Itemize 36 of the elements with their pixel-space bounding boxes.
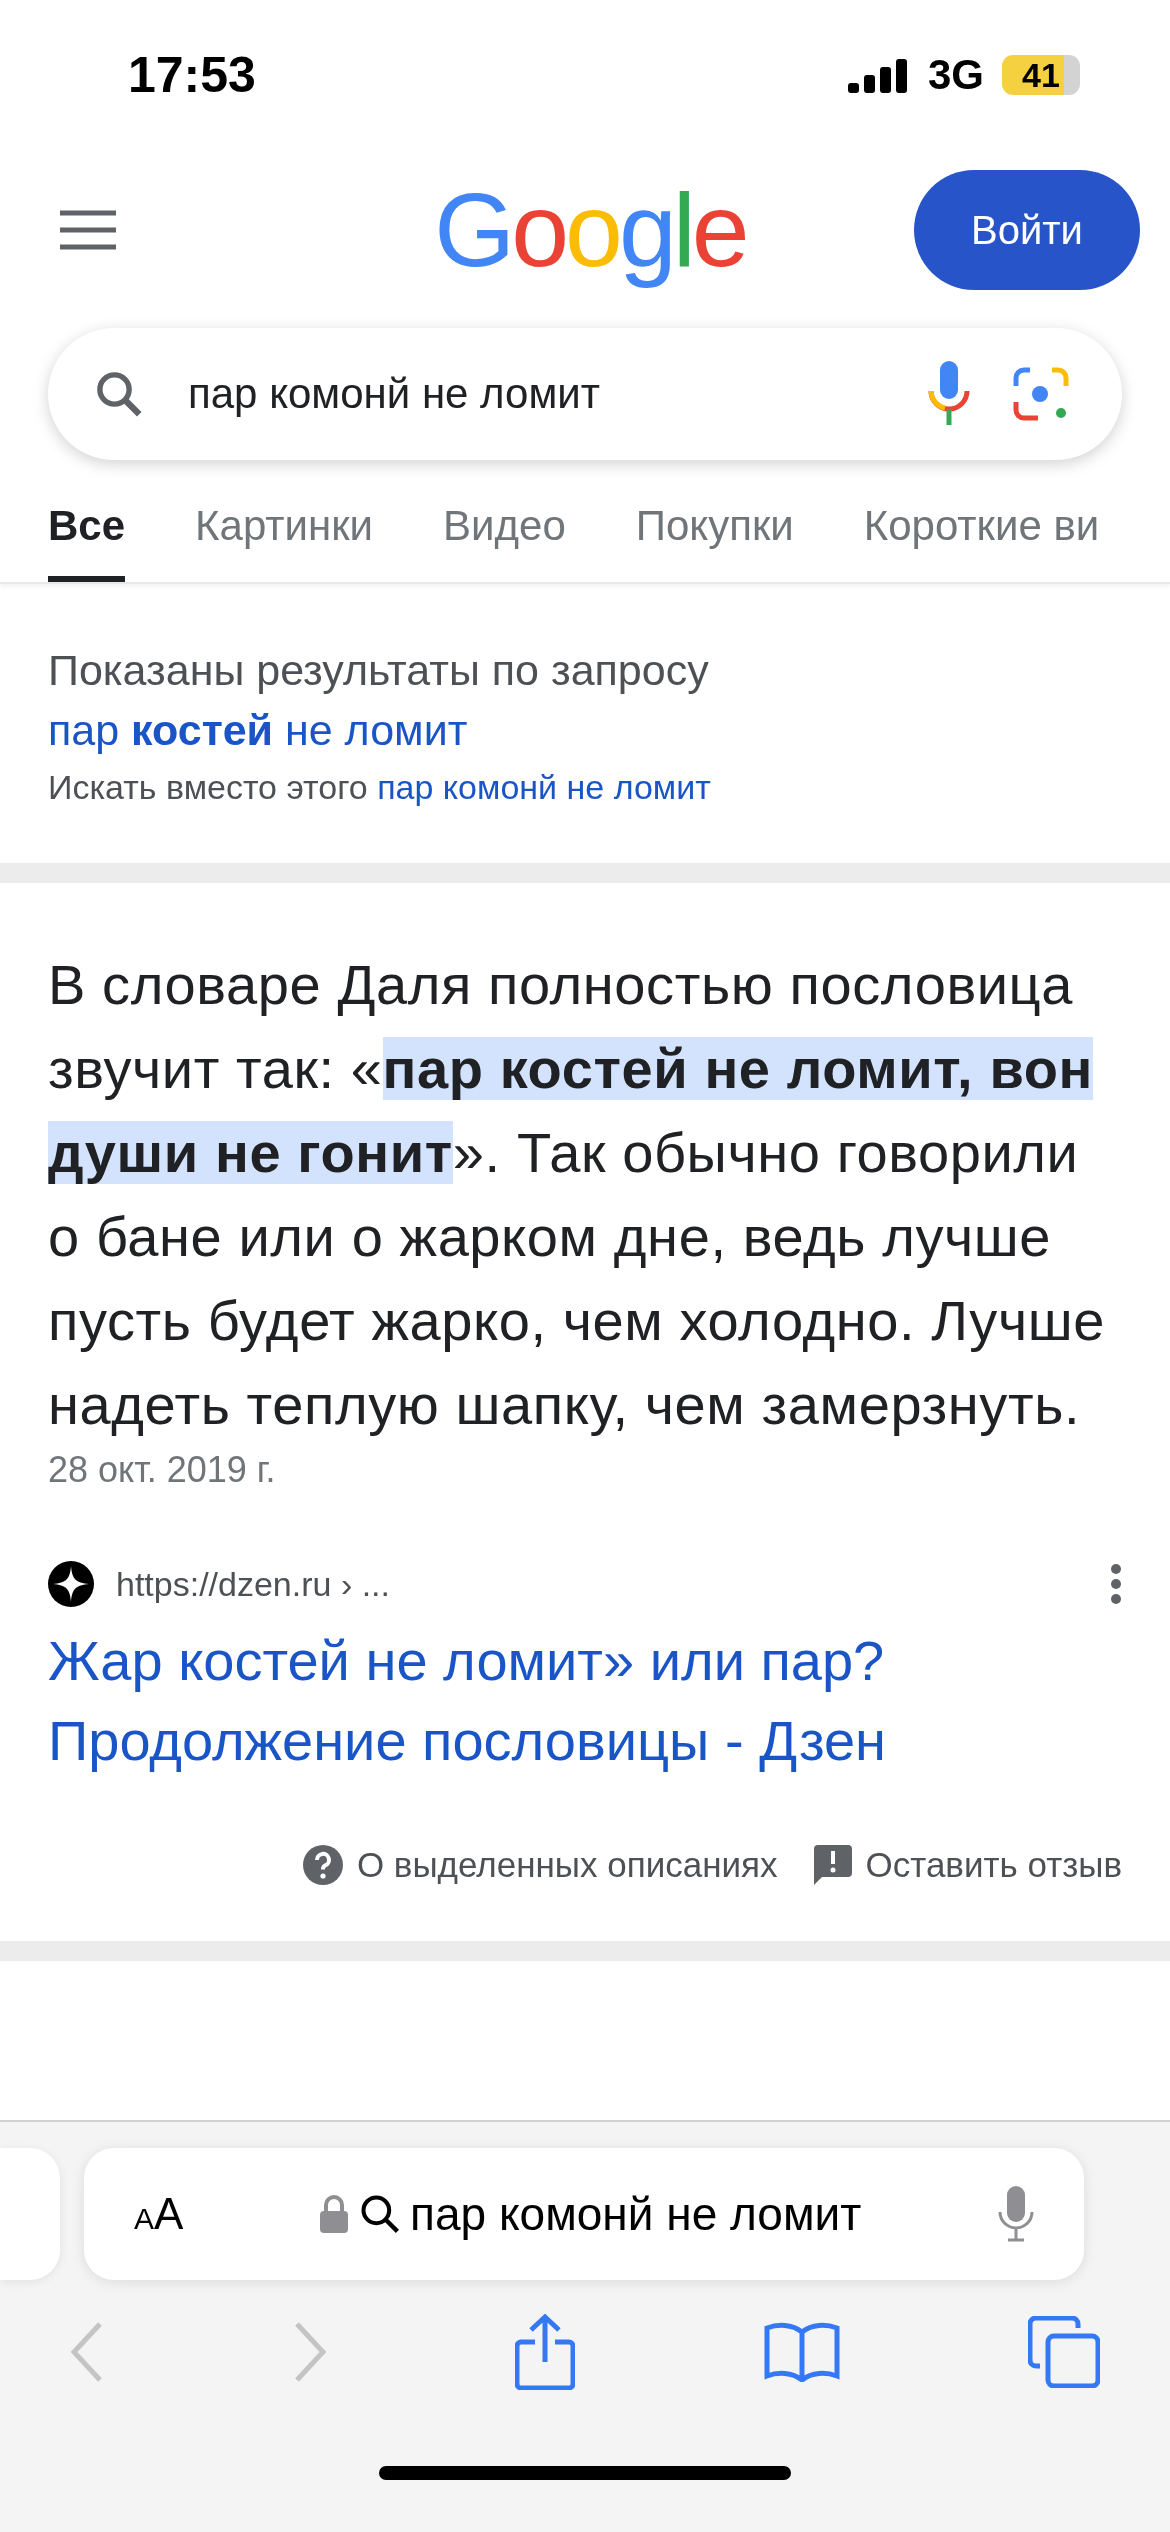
lock-icon [320, 2195, 349, 2233]
tabs-icon[interactable] [1028, 2316, 1100, 2388]
help-icon [302, 1845, 343, 1885]
microphone-icon[interactable] [998, 2186, 1034, 2242]
result-title-link[interactable]: Жар костей не ломит» или пар? Продолжение пословицы - Дзен [48, 1621, 1122, 1781]
signal-icon [847, 57, 910, 93]
share-icon[interactable] [515, 2314, 575, 2390]
original-query-notice: Искать вместо этого пар комонй не ломит [48, 768, 712, 807]
network-label: 3G [927, 51, 984, 99]
tab[interactable]: Покупки [635, 502, 794, 582]
battery-level: 41 [1002, 55, 1080, 95]
menu-icon[interactable] [60, 210, 116, 250]
original-query-link[interactable]: пар комонй не ломит [377, 768, 711, 806]
address-bar[interactable]: AA пар комонй не ломит [84, 2148, 1084, 2280]
text-size-button[interactable]: AA [134, 2189, 184, 2239]
snippet-date: 28 окт. 2019 г. [48, 1449, 277, 1491]
site-logo-icon [48, 1561, 94, 1607]
book-icon[interactable] [763, 2322, 840, 2382]
more-options-icon[interactable] [1110, 1564, 1122, 1604]
featured-snippet-text: В словаре Даля полностью пословица звучит так: «пар костей не ломит, вон души не гонит». Так обычно говорили о бане или о жарком дне, ведь лучше пусть будет жарко, чем холодно. Лучше надеть теплую шапку, чем замерзнуть. [48, 952, 1106, 1438]
microphone-icon[interactable] [926, 361, 972, 427]
feedback-link[interactable]: Оставить отзыв [865, 1845, 1122, 1885]
status-time: 17:53 [128, 46, 256, 104]
tab[interactable]: Короткие ви [863, 502, 1100, 582]
tab[interactable]: Видео [443, 502, 566, 582]
corrected-query-link[interactable]: пар костей не ломит [48, 706, 468, 754]
tab[interactable]: Все [48, 502, 126, 582]
about-snippets-link[interactable]: О выделенных описаниях [356, 1845, 778, 1885]
search-field[interactable]: пар комонй не ломит [186, 369, 886, 419]
address-text: пар комонй не ломит [410, 2187, 862, 2241]
source-url: https://dzen.ru › ... [116, 1564, 391, 1604]
google-logo: Google [434, 170, 746, 290]
sign-in-button[interactable]: Войти [914, 170, 1140, 290]
correction-notice: Показаны результаты по запросу пар костей не ломит [48, 645, 710, 756]
feedback-icon [813, 1845, 852, 1885]
tab[interactable]: Картинки [195, 502, 374, 582]
